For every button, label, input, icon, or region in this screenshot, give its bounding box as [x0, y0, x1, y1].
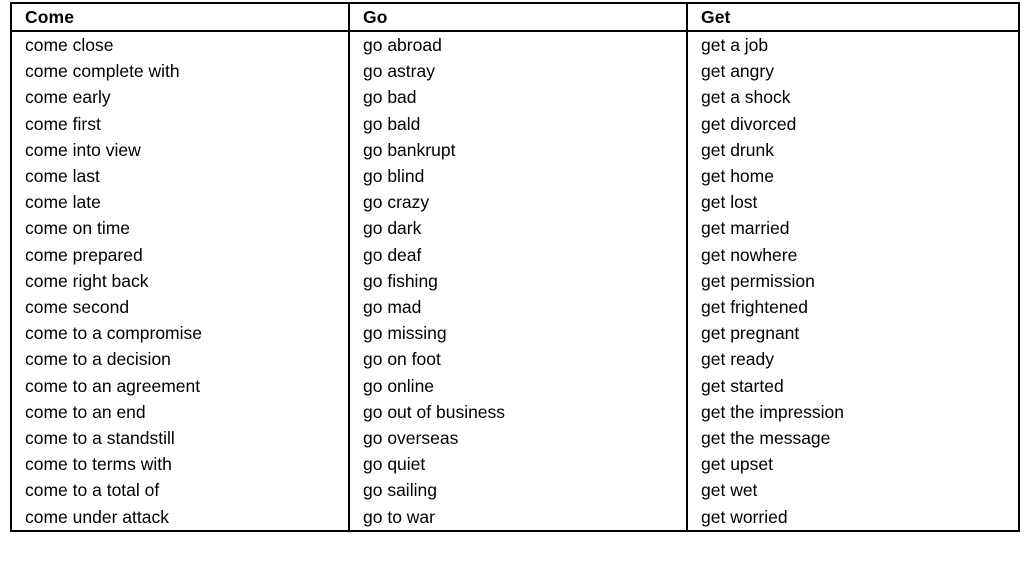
table-cell-go: go crazy	[348, 189, 688, 216]
table-cell-come: come to an end	[10, 398, 350, 426]
table-cell-come: come on time	[10, 215, 350, 242]
table-cell-get: get home	[686, 163, 1020, 190]
table-cell-go: go on foot	[348, 346, 688, 373]
table-cell-come: come to terms with	[10, 451, 350, 478]
table-cell-come: come under attack	[10, 503, 350, 532]
table-cell-go: go quiet	[348, 451, 688, 478]
table-row: come to an agreement go online get started	[10, 372, 1020, 399]
table-cell-come: come first	[10, 110, 350, 137]
table-cell-go: go bankrupt	[348, 136, 688, 164]
table-cell-come: come to a decision	[10, 346, 350, 373]
table-row: come to a total of go sailing get wet	[10, 477, 1020, 504]
table-cell-come: come late	[10, 189, 350, 216]
table-row: come to terms with go quiet get upset	[10, 451, 1020, 478]
table-cell-get: get frightened	[686, 294, 1020, 321]
table-cell-go: go deaf	[348, 241, 688, 268]
table-cell-go: go to war	[348, 503, 688, 532]
table-row: come prepared go deaf get nowhere	[10, 241, 1020, 268]
table-header: Come Go Get	[10, 2, 1020, 32]
table-cell-go: go bad	[348, 84, 688, 111]
column-header-go: Go	[348, 2, 688, 32]
table-cell-go: go blind	[348, 163, 688, 190]
table-cell-get: get drunk	[686, 136, 1020, 164]
table-cell-get: get divorced	[686, 110, 1020, 137]
table-row: come right back go fishing get permission	[10, 267, 1020, 295]
table-cell-come: come to an agreement	[10, 372, 350, 399]
table-cell-get: get ready	[686, 346, 1020, 373]
table-row: come close go abroad get a job	[10, 31, 1020, 59]
table-cell-go: go online	[348, 372, 688, 399]
table-cell-go: go mad	[348, 294, 688, 321]
table-cell-get: get permission	[686, 267, 1020, 295]
table-cell-get: get married	[686, 215, 1020, 242]
table-row: come to an end go out of business get the …	[10, 398, 1020, 426]
table-cell-get: get lost	[686, 189, 1020, 216]
table-cell-come: come early	[10, 84, 350, 111]
table-row: come late go crazy get lost	[10, 189, 1020, 216]
table-cell-go: go sailing	[348, 477, 688, 504]
table-row: come under attack go to war get worried	[10, 503, 1020, 532]
table-cell-come: come prepared	[10, 241, 350, 268]
table-cell-come: come second	[10, 294, 350, 321]
table-cell-come: come to a total of	[10, 477, 350, 504]
table-row: come complete with go astray get angry	[10, 58, 1020, 85]
table-row: come second go mad get frightened	[10, 294, 1020, 321]
table-cell-go: go astray	[348, 58, 688, 85]
table-cell-come: come into view	[10, 136, 350, 164]
table-cell-come: come to a standstill	[10, 425, 350, 452]
table-cell-get: get pregnant	[686, 320, 1020, 347]
table-cell-go: go bald	[348, 110, 688, 137]
table-cell-come: come last	[10, 163, 350, 190]
table-cell-get: get a shock	[686, 84, 1020, 111]
table-cell-get: get the impression	[686, 398, 1020, 426]
table-row: come last go blind get home	[10, 163, 1020, 190]
table-row: come first go bald get divorced	[10, 110, 1020, 137]
column-header-get: Get	[686, 2, 1020, 32]
collocations-table: Come Go Get come close go abroad get a job…	[10, 2, 1020, 532]
table-cell-get: get worried	[686, 503, 1020, 532]
table-cell-get: get started	[686, 372, 1020, 399]
table-cell-go: go abroad	[348, 31, 688, 59]
table-cell-come: come complete with	[10, 58, 350, 85]
table-row: come to a standstill go overseas get the m…	[10, 425, 1020, 452]
table-cell-go: go fishing	[348, 267, 688, 295]
table-row: come early go bad get a shock	[10, 84, 1020, 111]
table-cell-go: go overseas	[348, 425, 688, 452]
table-cell-get: get angry	[686, 58, 1020, 85]
column-header-come: Come	[10, 2, 350, 32]
table-row: come to a compromise go missing get pregna…	[10, 320, 1020, 347]
page-root: Come Go Get come close go abroad get a job…	[0, 0, 1024, 562]
table-cell-come: come close	[10, 31, 350, 59]
table-cell-go: go missing	[348, 320, 688, 347]
table-body: come close go abroad get a job come complet…	[10, 31, 1020, 532]
table-cell-come: come to a compromise	[10, 320, 350, 347]
table-row: come on time go dark get married	[10, 215, 1020, 242]
table-cell-go: go out of business	[348, 398, 688, 426]
table-cell-get: get upset	[686, 451, 1020, 478]
table-header-row: Come Go Get	[10, 2, 1020, 32]
table-cell-get: get nowhere	[686, 241, 1020, 268]
table-cell-get: get wet	[686, 477, 1020, 504]
table-cell-come: come right back	[10, 267, 350, 295]
table-cell-go: go dark	[348, 215, 688, 242]
table-row: come to a decision go on foot get ready	[10, 346, 1020, 373]
table-row: come into view go bankrupt get drunk	[10, 136, 1020, 164]
table-cell-get: get the message	[686, 425, 1020, 452]
table-cell-get: get a job	[686, 31, 1020, 59]
